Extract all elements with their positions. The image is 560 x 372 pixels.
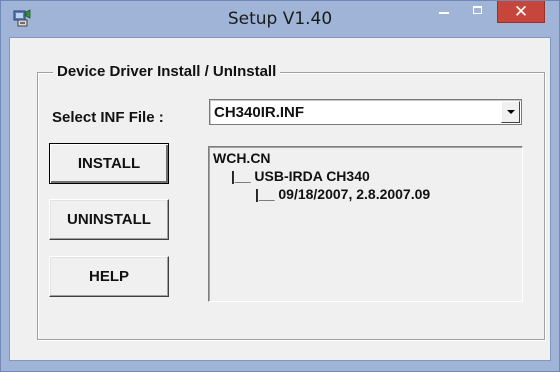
device-line: |__ USB-IRDA CH340	[231, 168, 370, 184]
group-title: Device Driver Install / UnInstall	[53, 63, 281, 80]
minimize-button[interactable]	[429, 1, 459, 23]
inf-dropdown-button[interactable]	[501, 101, 520, 123]
driver-info-panel: WCH.CN |__ USB-IRDA CH340 |__ 09/18/2007…	[208, 146, 523, 302]
maximize-icon	[473, 6, 482, 14]
inf-file-value: CH340IR.INF	[214, 104, 305, 121]
setup-window: Setup V1.40 ✕ Device Driver Install / Un…	[0, 0, 560, 372]
title-bar[interactable]: Setup V1.40 ✕	[1, 1, 559, 37]
inf-file-label: Select INF File :	[52, 109, 164, 126]
inf-file-select[interactable]: CH340IR.INF	[209, 99, 522, 125]
close-button[interactable]: ✕	[497, 1, 545, 23]
install-button[interactable]: INSTALL	[49, 143, 169, 184]
uninstall-button[interactable]: UNINSTALL	[49, 199, 169, 240]
driver-version-line: |__ 09/18/2007, 2.8.2007.09	[255, 186, 431, 202]
maximize-button[interactable]	[463, 1, 493, 23]
help-button[interactable]: HELP	[49, 256, 169, 297]
vendor-line: WCH.CN	[213, 150, 271, 166]
close-icon: ✕	[513, 2, 529, 22]
dialog-body: Device Driver Install / UnInstall Select…	[9, 37, 551, 361]
minimize-icon	[439, 12, 449, 14]
chevron-down-icon	[507, 110, 515, 114]
